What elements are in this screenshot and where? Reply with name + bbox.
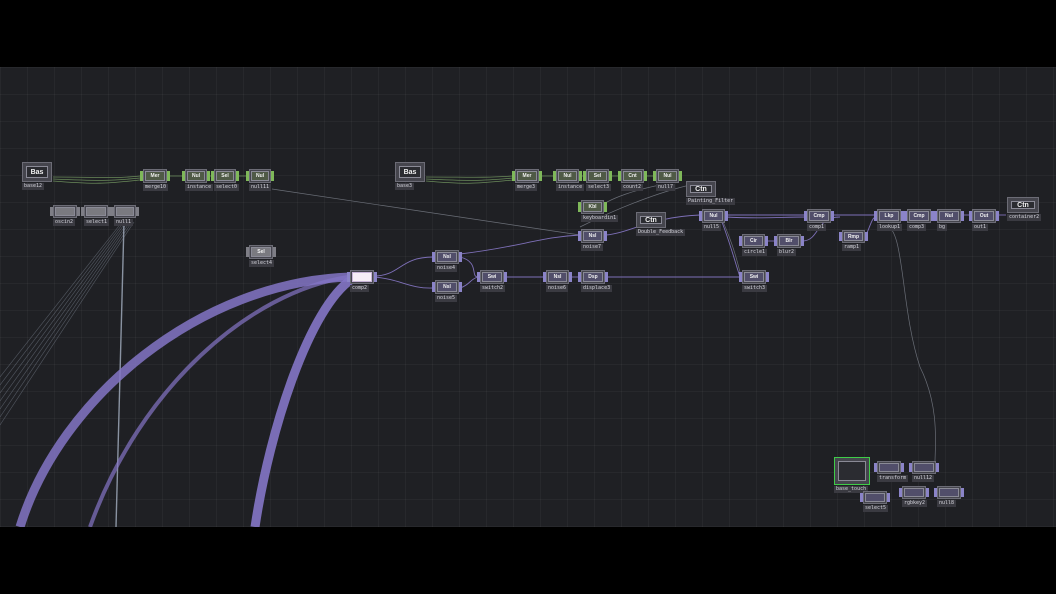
node-instance2[interactable]: Nul instance — [553, 169, 585, 191]
node-merge10[interactable]: Mer merge10 — [140, 169, 170, 191]
node-comp1[interactable]: Cmp comp1 — [804, 209, 834, 231]
node-painting-filter[interactable]: Ctn Painting_Filter — [686, 181, 736, 205]
letterbox-top — [0, 0, 1056, 67]
node-switch2[interactable]: Swi switch2 — [477, 270, 507, 292]
node-label: noise4 — [435, 265, 458, 272]
node-label: noise5 — [435, 295, 458, 302]
node-label: bg — [937, 224, 948, 231]
node-label: null5 — [702, 224, 722, 231]
node-label: ramp1 — [842, 244, 862, 251]
node-base3[interactable]: Bas base3 — [395, 162, 425, 190]
node-label: switch3 — [742, 285, 768, 292]
node-label: count2 — [621, 184, 644, 191]
node-switch3[interactable]: Swi switch3 — [739, 270, 769, 292]
node-label: select0 — [214, 184, 240, 191]
node-transform[interactable]: transform — [874, 461, 909, 482]
node-label: comp1 — [807, 224, 827, 231]
node-container2[interactable]: Ctn container2 — [1007, 197, 1042, 221]
node-noise6[interactable]: Nsl noise6 — [543, 270, 572, 292]
node-oscin2[interactable]: oscin2 — [50, 205, 80, 226]
node-base12[interactable]: Bas base12 — [22, 162, 52, 190]
node-label: base12 — [22, 183, 45, 190]
node-label: base3 — [395, 183, 415, 190]
node-label: select3 — [586, 184, 612, 191]
node-label: circle1 — [742, 249, 768, 256]
node-label: noise6 — [546, 285, 569, 292]
node-null7[interactable]: Nul null7 — [653, 169, 682, 191]
osc-wire-bundle — [0, 221, 135, 426]
node-label: null12 — [912, 475, 935, 482]
node-label: out1 — [972, 224, 989, 231]
node-out1[interactable]: Out out1 — [969, 209, 999, 231]
node-label: merge10 — [143, 184, 169, 191]
node-label: comp2 — [350, 285, 370, 292]
node-label: blur2 — [777, 249, 797, 256]
node-select0[interactable]: Sel select0 — [211, 169, 240, 191]
node-label: instance — [556, 184, 585, 191]
node-count2[interactable]: Cnt count2 — [618, 169, 647, 191]
node-label: keyboardin1 — [581, 215, 619, 222]
node-label: noise7 — [581, 244, 604, 251]
node-label: null8 — [937, 500, 957, 507]
node-select4[interactable]: Sel select4 — [246, 245, 276, 267]
node-label: displace3 — [581, 285, 613, 292]
node-select3[interactable]: Sel select3 — [583, 169, 612, 191]
node-select1[interactable]: select1 — [81, 205, 111, 226]
network-editor-canvas[interactable]: Bas base12 Mer merge10 Nul instance Sel … — [0, 67, 1056, 527]
node-double-feedback[interactable]: Ctn Double_Feedback — [636, 212, 686, 236]
node-noise7[interactable]: Nsl noise7 — [578, 229, 607, 251]
node-instance[interactable]: Nul instance — [182, 169, 214, 191]
node-label: lookup1 — [877, 224, 903, 231]
node-label: transform — [877, 475, 909, 482]
node-keyboardin1[interactable]: Kbl keyboardin1 — [578, 200, 619, 222]
node-null12[interactable]: null12 — [909, 461, 939, 482]
node-null5[interactable]: Nul null5 — [699, 209, 728, 231]
node-label: select5 — [863, 505, 889, 512]
node-base-touch[interactable]: base_touch — [834, 457, 870, 493]
node-null1[interactable]: null1 — [111, 205, 139, 226]
node-label: merge3 — [515, 184, 538, 191]
node-label: select4 — [249, 260, 275, 267]
node-label: null1 — [114, 219, 134, 226]
node-label: null7 — [656, 184, 676, 191]
node-comp3[interactable]: Cmp comp3 — [904, 209, 934, 231]
node-label: container2 — [1007, 214, 1042, 221]
node-label: instance — [185, 184, 214, 191]
node-ramp1[interactable]: Rmp ramp1 — [839, 230, 868, 251]
node-noise5[interactable]: Nsl noise5 — [432, 280, 462, 302]
node-blur2[interactable]: Blr blur2 — [774, 234, 804, 256]
node-label: oscin2 — [53, 219, 76, 226]
node-comp2[interactable]: comp2 — [347, 270, 377, 292]
node-label: switch2 — [480, 285, 506, 292]
node-label: rgbkey2 — [902, 500, 928, 507]
node-select5[interactable]: select5 — [860, 491, 890, 512]
node-label: null11 — [249, 184, 272, 191]
node-label: Double_Feedback — [636, 229, 686, 236]
node-null11[interactable]: Nul null11 — [246, 169, 274, 191]
letterbox-bottom — [0, 527, 1056, 594]
node-displace3[interactable]: Dsp displace3 — [578, 270, 613, 292]
node-bg[interactable]: Nul bg — [934, 209, 964, 231]
node-label: select1 — [84, 219, 110, 226]
node-merge3[interactable]: Mer merge3 — [512, 169, 542, 191]
node-lookup1[interactable]: Lkp lookup1 — [874, 209, 904, 231]
node-label: comp3 — [907, 224, 927, 231]
node-circle1[interactable]: Cir circle1 — [739, 234, 768, 256]
node-label: Painting_Filter — [686, 198, 736, 205]
node-rgbkey2[interactable]: rgbkey2 — [899, 486, 929, 507]
node-null8[interactable]: null8 — [934, 486, 964, 507]
wires-layer — [0, 175, 1006, 527]
comp2-input-bundle — [15, 272, 355, 527]
node-noise4[interactable]: Nsl noise4 — [432, 250, 462, 272]
